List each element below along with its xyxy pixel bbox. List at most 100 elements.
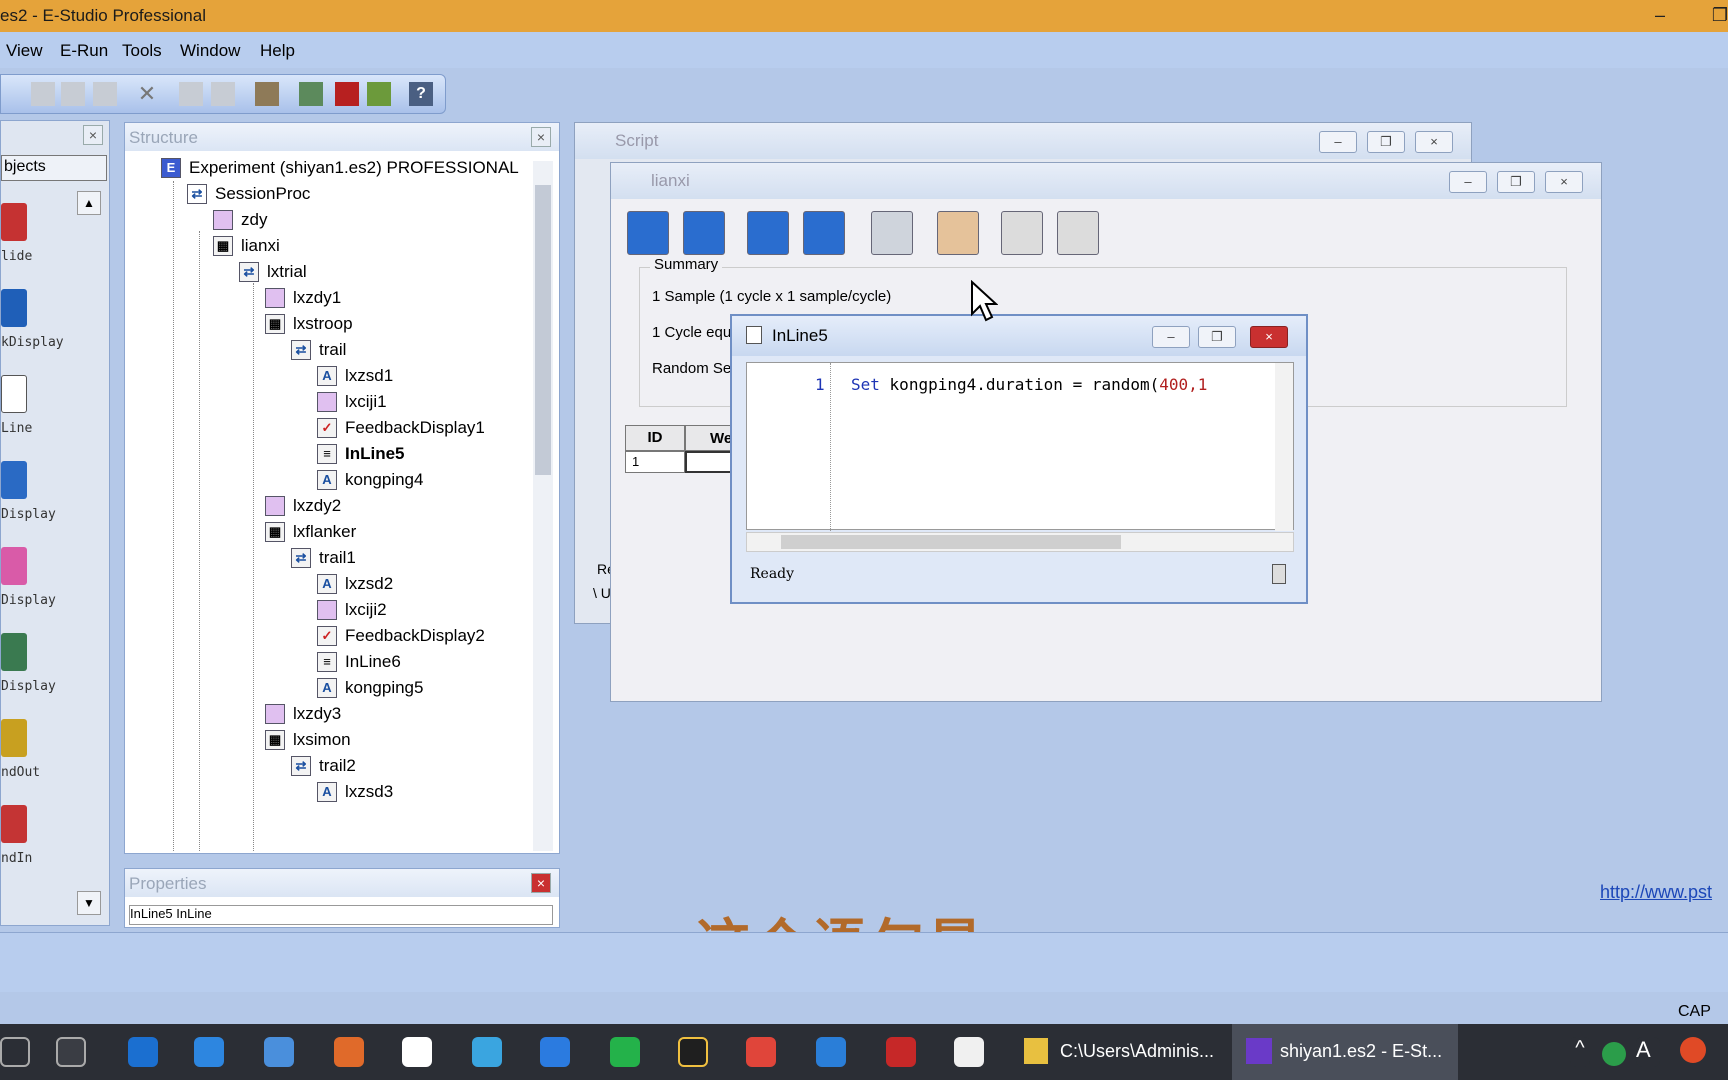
capcut-icon[interactable] (402, 1037, 432, 1067)
add-attribute-icon[interactable] (747, 211, 789, 255)
list-icon: ▦ (265, 730, 285, 750)
app-icon[interactable] (128, 1037, 158, 1067)
scroll-down-icon[interactable]: ▼ (77, 891, 101, 915)
toolbox-close-icon[interactable]: × (83, 125, 103, 145)
structure-close-icon[interactable]: × (531, 127, 551, 147)
add-multiple-attributes-icon[interactable] (803, 211, 845, 255)
ie-icon[interactable] (816, 1037, 846, 1067)
grid-cell-id[interactable]: 1 (625, 451, 685, 473)
minimize-icon[interactable]: – (1319, 131, 1357, 153)
tool-text-display[interactable]: Display (1, 457, 101, 537)
restore-icon[interactable]: ❐ (1367, 131, 1405, 153)
taskbar-estudio[interactable]: shiyan1.es2 - E-St... (1232, 1024, 1458, 1080)
matlab-icon[interactable] (334, 1037, 364, 1067)
menu-view[interactable]: View (6, 41, 43, 61)
text-icon (1, 461, 27, 499)
run-icon[interactable] (335, 82, 359, 106)
close-icon[interactable]: × (1415, 131, 1453, 153)
delete-icon[interactable]: ✕ (135, 82, 159, 106)
properties-selector[interactable]: InLine5 InLine (129, 905, 553, 925)
sogou-icon[interactable] (1680, 1037, 1706, 1063)
structure-scrollbar[interactable] (533, 161, 553, 851)
undo-icon[interactable] (179, 82, 203, 106)
feedback-icon: ✓ (317, 626, 337, 646)
wechat-icon[interactable] (610, 1037, 640, 1067)
inline-icon: ≡ (317, 444, 337, 464)
minimize-icon[interactable]: – (1152, 326, 1190, 348)
tool-inline[interactable]: Line (1, 371, 101, 451)
close-icon[interactable]: × (1545, 171, 1583, 193)
redo-icon[interactable] (211, 82, 235, 106)
tray-app-icon[interactable] (1602, 1042, 1626, 1066)
text-icon: A (317, 574, 337, 594)
app-icon[interactable] (472, 1037, 502, 1067)
toolbar: ✕ ? (0, 74, 446, 114)
structure-title: Structure (125, 123, 559, 151)
properties-close-icon[interactable]: × (531, 873, 551, 893)
tool-feedback-display[interactable]: kDisplay (1, 285, 101, 365)
paste-icon[interactable] (93, 82, 117, 106)
hourglass-icon (1272, 564, 1286, 584)
chrome-icon[interactable] (746, 1037, 776, 1067)
vertical-scrollbar[interactable] (1275, 363, 1293, 531)
experiment-icon: E (161, 158, 181, 178)
ime-icon[interactable]: A (1636, 1037, 1660, 1067)
input-method-toolbar[interactable] (12, 997, 192, 1025)
grid-header-id[interactable]: ID (625, 425, 685, 451)
list-icon: ▦ (213, 236, 233, 256)
toolbox-search[interactable]: bjects (1, 155, 107, 181)
toolbox-panel: × bjects ▲ lide kDisplay Line Display Di… (0, 120, 110, 926)
inline-editor-window: InLine5 – ❐ × 1 Set kongping4.duration =… (730, 314, 1308, 604)
properties-icon[interactable] (937, 211, 979, 255)
properties-icon[interactable] (255, 82, 279, 106)
list-icon[interactable] (299, 82, 323, 106)
security-icon[interactable] (194, 1037, 224, 1067)
grid-icon[interactable] (871, 211, 913, 255)
restore-button[interactable]: ❐ (1700, 2, 1728, 28)
cortana-icon[interactable] (0, 1037, 30, 1067)
code-editor[interactable]: 1 Set kongping4.duration = random(400,1 (746, 362, 1294, 531)
tool-sound-in[interactable]: ndIn (1, 801, 101, 881)
tool-sound-out[interactable]: ndOut (1, 715, 101, 795)
app-icon[interactable] (540, 1037, 570, 1067)
menu-erun[interactable]: E-Run (60, 41, 108, 61)
copy-icon[interactable] (61, 82, 85, 106)
cut-icon[interactable] (31, 82, 55, 106)
microphone-icon (1, 805, 27, 843)
remove-level-icon[interactable] (1001, 211, 1043, 255)
text-icon: A (317, 470, 337, 490)
add-multiple-levels-icon[interactable] (683, 211, 725, 255)
tool-slide[interactable]: lide (1, 199, 101, 279)
tool-movie-display[interactable]: Display (1, 629, 101, 709)
add-level-icon[interactable] (627, 211, 669, 255)
minimize-icon[interactable]: – (1449, 171, 1487, 193)
menu-help[interactable]: Help (260, 41, 295, 61)
status-bar: CAP (0, 932, 1728, 1020)
menu-window[interactable]: Window (180, 41, 240, 61)
feedback-icon: ✓ (317, 418, 337, 438)
taskbar-explorer[interactable]: C:\Users\Adminis... (1012, 1024, 1222, 1080)
app-icon[interactable] (886, 1037, 916, 1067)
image-icon (265, 288, 285, 308)
minimize-button[interactable]: – (1640, 2, 1680, 28)
folder-icon (1024, 1038, 1048, 1064)
restore-icon[interactable]: ❐ (1497, 171, 1535, 193)
horizontal-scrollbar[interactable] (746, 532, 1294, 552)
app-icon[interactable] (954, 1037, 984, 1067)
app-icon[interactable] (264, 1037, 294, 1067)
window-title: es2 - E-Studio Professional (0, 6, 206, 25)
task-view-icon[interactable] (56, 1037, 86, 1067)
inline-icon: ≡ (317, 652, 337, 672)
qq-icon[interactable] (678, 1037, 708, 1067)
help-icon[interactable]: ? (409, 82, 433, 106)
tray-chevron-icon[interactable]: ^ (1570, 1037, 1590, 1067)
restore-icon[interactable]: ❐ (1198, 326, 1236, 348)
close-icon[interactable]: × (1250, 326, 1288, 348)
remove-attribute-icon[interactable] (1057, 211, 1099, 255)
generate-icon[interactable] (367, 82, 391, 106)
web-link[interactable]: http://www.pst (1600, 882, 1712, 903)
menu-tools[interactable]: Tools (122, 41, 162, 61)
image-icon (265, 496, 285, 516)
code-line-1: Set kongping4.duration = random(400,1 (851, 375, 1208, 394)
tool-image-display[interactable]: Display (1, 543, 101, 623)
